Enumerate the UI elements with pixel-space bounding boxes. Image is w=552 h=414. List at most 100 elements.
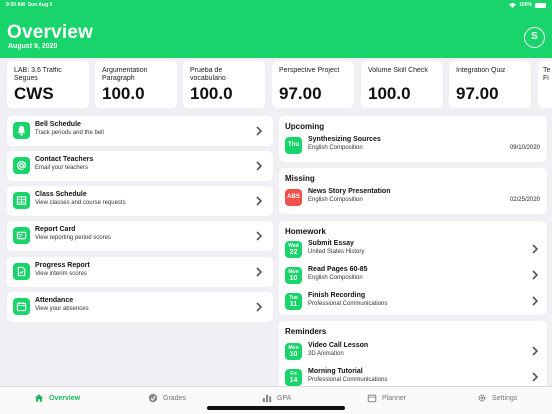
page-title: Overview <box>7 22 94 43</box>
homework-item[interactable]: Mon 10 Read Pages 60-85 English Compositi… <box>279 265 547 291</box>
quick-link-subtitle: Track periods and the bell <box>35 130 104 136</box>
quick-link-class-schedule[interactable]: Class Schedule View classes and course r… <box>7 186 273 216</box>
tab-overview[interactable]: Overview <box>34 392 80 404</box>
tab-grades[interactable]: Grades <box>148 392 186 404</box>
grade-value: 97.00 <box>279 84 322 103</box>
item-course: English Composition <box>308 197 363 203</box>
grade-card-partial[interactable]: Te Fi <box>538 61 552 108</box>
absent-badge: ABS <box>285 189 302 206</box>
chevron-right-icon <box>532 372 539 382</box>
date-badge: Mon 10 <box>285 267 302 284</box>
quick-link-report-card[interactable]: Report Card View reporting period scores <box>7 221 273 251</box>
tab-planner[interactable]: Planner <box>367 392 406 404</box>
tab-settings[interactable]: Settings <box>477 392 517 404</box>
tab-label: GPA <box>277 394 292 402</box>
item-title: Submit Essay <box>308 240 354 247</box>
item-course: Professional Communications <box>308 377 388 383</box>
date-badge: Fri 14 <box>285 369 302 386</box>
avatar-button[interactable]: S <box>524 27 545 48</box>
quick-link-bell-schedule[interactable]: Bell Schedule Track periods and the bell <box>7 116 273 146</box>
grade-card[interactable]: Prueba de vocabulario 100.0 <box>183 61 265 108</box>
badge-number: 10 <box>289 351 298 358</box>
quick-link-subtitle: Email your teachers <box>35 165 89 171</box>
tab-label: Overview <box>49 394 81 402</box>
section-heading: Upcoming <box>285 122 325 131</box>
page-date: August 9, 2020 <box>8 43 58 50</box>
item-course: English Composition <box>308 275 363 281</box>
grade-card[interactable]: Argumentation Paragraph 100.0 <box>95 61 177 108</box>
item-title: Morning Tutorial <box>308 368 363 375</box>
homework-item[interactable]: Tue 11 Finish Recording Professional Comm… <box>279 291 547 317</box>
day-badge: Thu <box>285 137 302 154</box>
quick-link-progress-report[interactable]: Progress Report View interim scores <box>7 257 273 287</box>
homework-item[interactable]: Wed 22 Submit Essay United States History <box>279 239 547 265</box>
at-icon <box>13 157 30 174</box>
upcoming-card: Upcoming Thu Synthesizing Sources Englis… <box>279 116 547 162</box>
status-date-text: Sun Aug 9 <box>27 2 53 8</box>
grade-card[interactable]: LAB: 3.6 Traffic Segues CWS <box>7 61 89 108</box>
status-bar: 9:50 AM Sun Aug 9 100% <box>6 2 546 10</box>
chevron-right-icon <box>256 196 263 206</box>
section-heading: Missing <box>285 174 315 183</box>
grade-assignment-name: Perspective Project <box>279 67 340 74</box>
badge-number: 22 <box>289 249 298 256</box>
chevron-right-icon <box>532 244 539 254</box>
grade-value: 100.0 <box>368 84 411 103</box>
grade-value: 100.0 <box>102 84 145 103</box>
upcoming-item[interactable]: Thu Synthesizing Sources English Composi… <box>279 135 547 161</box>
chevron-right-icon <box>532 296 539 306</box>
grade-value: CWS <box>14 84 54 103</box>
progress-report-icon <box>13 263 30 280</box>
quick-link-subtitle: View classes and course requests <box>35 200 126 206</box>
quick-link-attendance[interactable]: Attendance View your absences <box>7 292 273 322</box>
quick-link-subtitle: View interim scores <box>35 271 87 277</box>
recent-grades-strip[interactable]: LAB: 3.6 Traffic Segues CWS Argumentatio… <box>0 61 552 111</box>
report-card-icon <box>13 227 30 244</box>
home-icon <box>34 394 44 402</box>
reminder-item[interactable]: Mon 10 Video Call Lesson 3D Animation <box>279 341 547 367</box>
item-due-date: 02/25/2020 <box>509 197 540 203</box>
badge-number: 10 <box>289 275 298 282</box>
grade-card[interactable]: Volume Skill Check 100.0 <box>361 61 443 108</box>
item-title: Synthesizing Sources <box>308 136 381 143</box>
status-time: 9:50 AM Sun Aug 9 <box>6 2 52 8</box>
battery-icon <box>535 2 546 8</box>
chevron-right-icon <box>532 346 539 356</box>
grade-value: 97.00 <box>456 84 499 103</box>
calendar-icon <box>13 298 30 315</box>
status-right: 100% <box>509 2 546 8</box>
status-time-text: 9:50 AM <box>6 2 25 8</box>
section-heading: Homework <box>285 227 326 236</box>
missing-item[interactable]: ABS News Story Presentation English Comp… <box>279 187 547 213</box>
date-badge: Wed 22 <box>285 241 302 258</box>
quick-link-title: Contact Teachers <box>35 156 94 163</box>
quick-link-title: Report Card <box>35 226 76 233</box>
grade-assignment-name: Te Fi <box>543 67 551 82</box>
battery-percent: 100% <box>519 2 532 8</box>
date-badge: Mon 10 <box>285 343 302 360</box>
tab-gpa[interactable]: GPA <box>262 392 291 404</box>
bell-icon <box>13 122 30 139</box>
grade-card[interactable]: Perspective Project 97.00 <box>272 61 354 108</box>
gear-icon <box>478 394 486 402</box>
chevron-right-icon <box>532 270 539 280</box>
grade-value: 100.0 <box>190 84 233 103</box>
chevron-right-icon <box>256 267 263 277</box>
section-heading: Reminders <box>285 327 327 336</box>
chevron-right-icon <box>256 302 263 312</box>
quick-link-contact-teachers[interactable]: Contact Teachers Email your teachers <box>7 151 273 181</box>
grade-assignment-name: Prueba de vocabulario <box>190 67 226 82</box>
date-badge: Tue 11 <box>285 293 302 310</box>
badge-number: 14 <box>289 377 298 384</box>
reminders-card: Reminders Mon 10 Video Call Lesson 3D Ani… <box>279 321 547 391</box>
grade-card[interactable]: Integration Quiz 97.00 <box>449 61 531 108</box>
grade-assignment-name: LAB: 3.6 Traffic Segues <box>14 67 62 82</box>
grade-assignment-name: Argumentation Paragraph <box>102 67 148 82</box>
quick-link-title: Progress Report <box>35 262 90 269</box>
quick-link-title: Attendance <box>35 297 74 304</box>
grade-assignment-name: Volume Skill Check <box>368 67 428 74</box>
tab-label: Settings <box>492 394 518 402</box>
item-title: Video Call Lesson <box>308 342 369 349</box>
home-indicator <box>207 406 345 410</box>
missing-card: Missing ABS News Story Presentation Engl… <box>279 168 547 214</box>
